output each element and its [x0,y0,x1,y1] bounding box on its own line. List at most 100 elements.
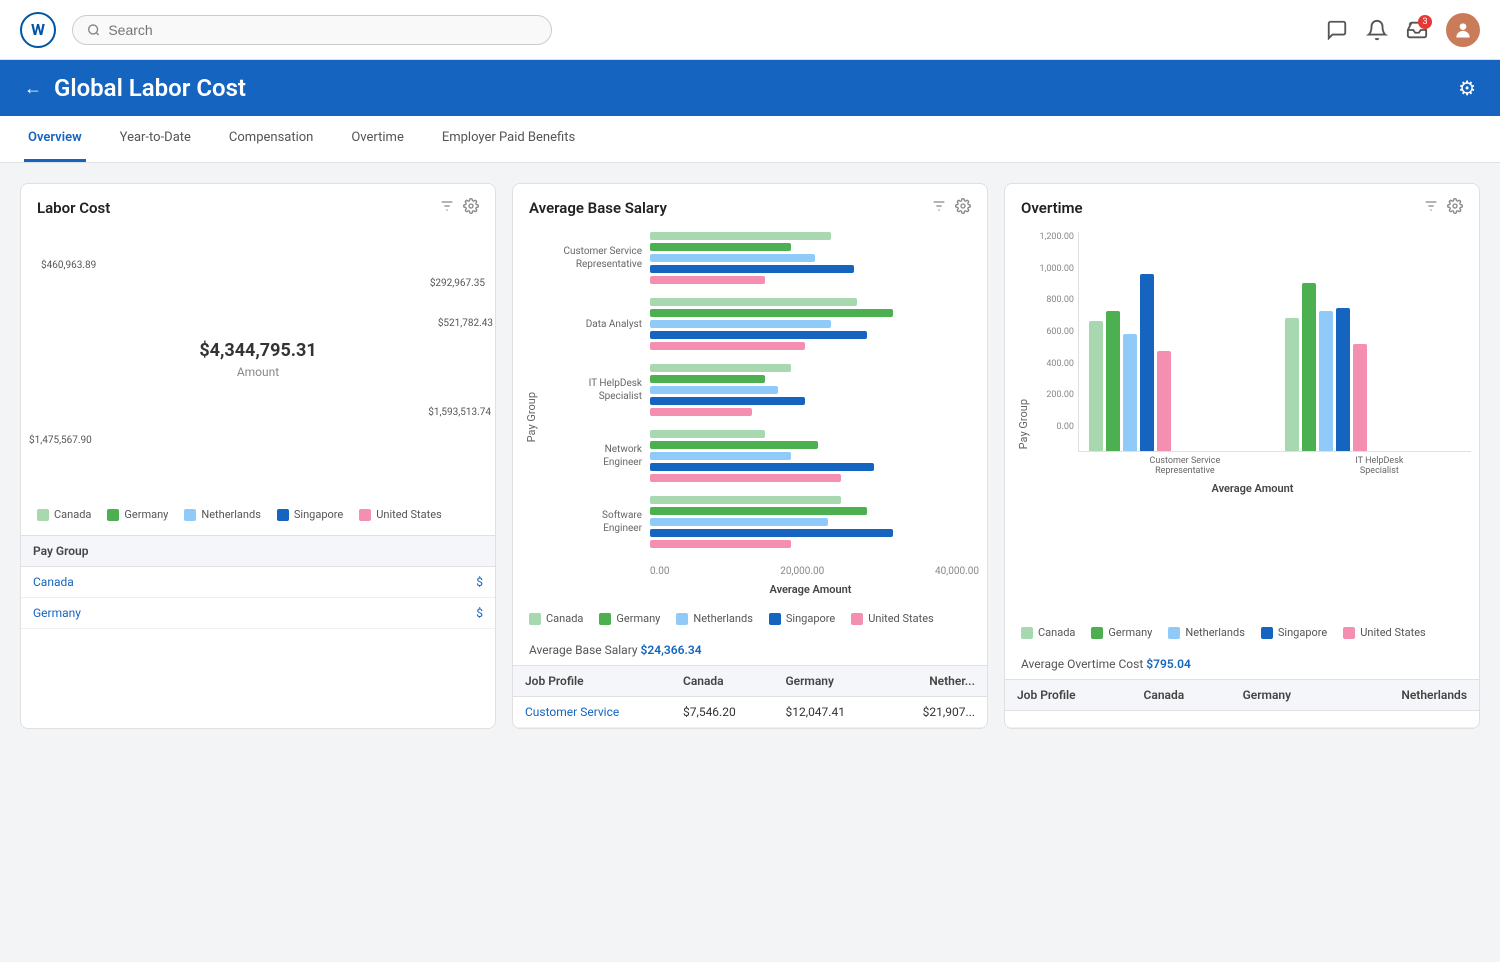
overtime-header: Overtime [1005,184,1479,228]
gear-icon[interactable] [463,198,479,218]
page-header: ← Global Labor Cost ⚙ [0,60,1500,116]
labor-cost-table: Pay Group Canada $ Germany $ [21,535,495,629]
tab-compensation[interactable]: Compensation [225,116,317,162]
avg-salary-stat: Average Base Salary $24,366.34 [513,635,987,665]
legend-germany: Germany [107,508,168,521]
x-axis: Customer ServiceRepresentative IT HelpDe… [1034,452,1471,476]
hbar-row-ne: NetworkEngineer [542,430,979,482]
avg-salary-chart: Pay Group Customer ServiceRepresentative… [513,228,987,602]
netherlands-dot [184,509,196,521]
col-canada: Canada [1132,680,1231,711]
page-title: Global Labor Cost [54,74,246,102]
avg-salary-value: $24,366.34 [641,643,702,657]
singapore-dot [277,509,289,521]
hbar-row-it: IT HelpDeskSpecialist [542,364,979,416]
vbar-germany [1106,311,1120,451]
svg-text:$4,344,795.31: $4,344,795.31 [199,340,316,361]
gear-icon[interactable] [955,198,971,218]
tab-overview[interactable]: Overview [24,116,86,162]
labor-cost-legend: Canada Germany Netherlands Singapore Uni… [21,498,495,531]
vbar-us [1353,344,1367,451]
y-axis: 1,200.00 1,000.00 800.00 600.00 400.00 2… [1034,232,1078,452]
hbar-row-da: Data Analyst [542,298,979,350]
row-germany-value: $ [363,598,495,629]
overtime-value: $795.04 [1146,657,1191,671]
legend-us: United States [359,508,441,521]
bars-container [1078,232,1471,452]
avg-salary-panel: Average Base Salary Pay Group Customer S… [512,183,988,729]
label-netherlands: $521,782.43 [438,318,493,329]
label-canada: $460,963.89 [41,260,96,271]
germany-dot [107,509,119,521]
table-row: Customer Service $7,546.20 $12,047.41 $2… [513,697,987,728]
y-axis-label: Pay Group [521,392,542,442]
tab-ytd[interactable]: Year-to-Date [116,116,195,162]
vbar-us [1157,351,1171,451]
top-nav: W 3 [0,0,1500,60]
settings-icon[interactable]: ⚙ [1458,76,1476,100]
legend-canada: Canada [37,508,91,521]
row-canada-label: Canada [21,567,363,598]
avg-salary-title: Average Base Salary [529,199,667,217]
vbar-canada [1285,318,1299,451]
nav-icons: 3 [1326,13,1480,47]
vbar-canada [1089,321,1103,451]
x-axis: 0.00 20,000.00 40,000.00 [542,562,979,577]
vbar-singapore [1336,308,1350,451]
header-left: ← Global Labor Cost [24,74,246,102]
vbar-group-csr [1089,274,1265,451]
tab-overtime[interactable]: Overtime [347,116,407,162]
hbar-row-csr: Customer ServiceRepresentative [542,232,979,284]
back-button[interactable]: ← [24,78,42,99]
avg-salary-header: Average Base Salary [513,184,987,228]
overtime-panel: Overtime Pay Group 1,200.00 1,000.0 [1004,183,1480,729]
labor-cost-panel: Labor Cost [20,183,496,729]
row-netherlands: $21,907... [885,697,987,728]
filter-icon[interactable] [439,198,455,218]
chat-icon[interactable] [1326,19,1348,41]
overtime-table-container: Job Profile Canada Germany Netherlands [1005,679,1479,728]
canada-dot [37,509,49,521]
table-row [1005,711,1479,728]
search-input[interactable] [108,22,537,38]
table-row: Germany $ [21,598,495,629]
user-avatar[interactable] [1446,13,1480,47]
donut-svg: $4,344,795.31 Amount [128,238,388,498]
inbox-badge: 3 [1418,15,1432,29]
avg-salary-table: Job Profile Canada Germany Nether... Cus… [513,665,987,728]
col-germany: Germany [1231,680,1342,711]
col-value [363,536,495,567]
x-axis-label: Average Amount [542,577,979,602]
gear-icon[interactable] [1447,198,1463,218]
labor-cost-title: Labor Cost [37,199,110,217]
labor-cost-header: Labor Cost [21,184,495,228]
col-netherlands: Netherlands [1342,680,1479,711]
bell-icon[interactable] [1366,19,1388,41]
hbar-row-se: SoftwareEngineer [542,496,979,548]
y-axis-label: Pay Group [1013,399,1034,449]
donut-chart: $4,344,795.31 Amount $460,963.89 $292,96… [21,228,495,498]
legend-singapore: Singapore [277,508,343,521]
search-bar[interactable] [72,15,552,45]
avg-salary-actions [931,198,971,218]
vbar-netherlands [1123,334,1137,451]
app-logo: W [20,12,56,48]
main-content: Labor Cost [0,163,1500,749]
vbar-germany [1302,283,1316,451]
row-canada: $7,546.20 [671,697,774,728]
svg-text:Amount: Amount [237,365,279,379]
labor-cost-actions [439,198,479,218]
row-canada-value: $ [363,567,495,598]
filter-icon[interactable] [1423,198,1439,218]
vbar-netherlands [1319,311,1333,451]
col-germany: Germany [773,666,885,697]
filter-icon[interactable] [931,198,947,218]
overtime-legend: Canada Germany Netherlands Singapore Uni… [1005,616,1479,649]
inbox-icon[interactable]: 3 [1406,19,1428,41]
table-row: Canada $ [21,567,495,598]
legend-netherlands: Netherlands [184,508,261,521]
avg-salary-table-container: Job Profile Canada Germany Nether... Cus… [513,665,987,728]
overtime-table: Job Profile Canada Germany Netherlands [1005,679,1479,728]
tab-employer-benefits[interactable]: Employer Paid Benefits [438,116,579,162]
overtime-title: Overtime [1021,199,1083,217]
